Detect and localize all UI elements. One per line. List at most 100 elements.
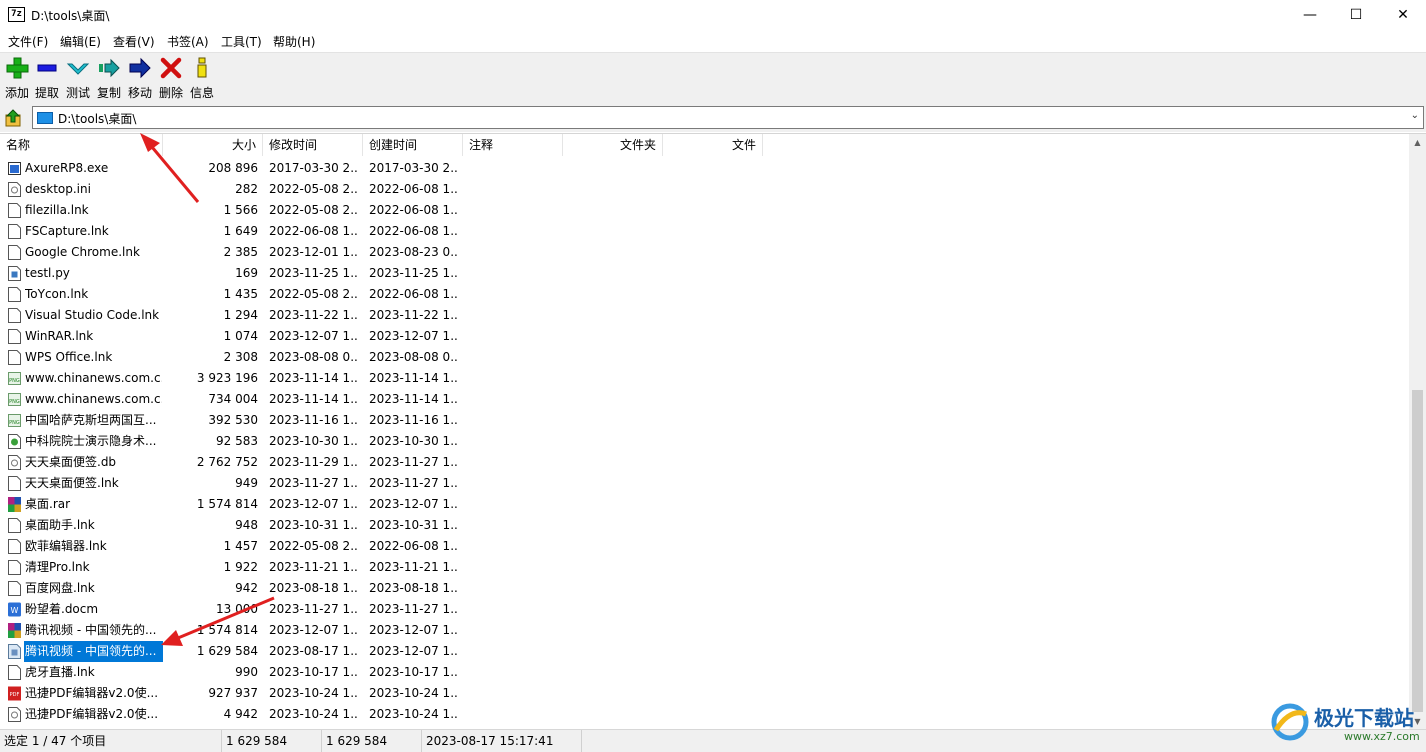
file-size: 169 [235, 266, 258, 280]
scroll-up-arrow-icon[interactable]: ▲ [1409, 134, 1426, 151]
file-size: 4 942 [223, 707, 258, 721]
file-modified: 2022-06-08 1... [269, 224, 359, 238]
table-row[interactable]: WPS Office.lnk 2 308 2023-08-08 0... 2023-0… [0, 347, 470, 368]
menu-edit[interactable]: 编辑(E) [60, 33, 101, 50]
table-row[interactable]: PNG 中国哈萨克斯坦两国互... 392 530 2023-11-16 1... 20… [0, 410, 470, 431]
table-row[interactable]: FSCapture.lnk 1 649 2022-06-08 1... 2022-06… [0, 221, 470, 242]
file-created: 2023-11-25 1... [369, 266, 459, 280]
table-row[interactable]: 桌面助手.lnk 948 2023-10-31 1... 2023-10-31 1..… [0, 515, 470, 536]
file-name: 盼望着.docm [25, 602, 99, 616]
move-button[interactable]: 移动 [125, 56, 155, 100]
table-row[interactable]: testl.py 169 2023-11-25 1... 2023-11-25 1..… [0, 263, 470, 284]
column-created[interactable]: 创建时间 [363, 134, 463, 156]
table-row[interactable]: PNG www.chinanews.com.c... 3 923 196 2023-1… [0, 368, 470, 389]
column-modified[interactable]: 修改时间 [263, 134, 363, 156]
file-created: 2023-11-16 1... [369, 413, 459, 427]
file-created: 2022-06-08 1... [369, 287, 459, 301]
table-row[interactable]: 腾讯视频 - 中国领先的... 1 574 814 2023-12-07 1... 2… [0, 620, 470, 641]
svg-text:PDF: PDF [10, 692, 20, 698]
menu-help[interactable]: 帮助(H) [273, 33, 315, 50]
file-modified: 2023-08-18 1... [269, 581, 359, 595]
file-modified: 2022-05-08 2... [269, 539, 359, 553]
file-created: 2023-12-07 1... [369, 329, 459, 343]
table-row[interactable]: 欧菲编辑器.lnk 1 457 2022-05-08 2... 2022-06-08 … [0, 536, 470, 557]
extract-button[interactable]: 提取 [32, 56, 62, 100]
file-name: ToYcon.lnk [25, 287, 89, 301]
file-name: 腾讯视频 - 中国领先的... [25, 623, 157, 637]
menu-file[interactable]: 文件(F) [8, 33, 48, 50]
add-button[interactable]: 添加 [2, 56, 32, 100]
file-size: 734 004 [208, 392, 258, 406]
file-name: 百度网盘.lnk [25, 581, 95, 595]
table-row[interactable]: 天天桌面便签.lnk 949 2023-11-27 1... 2023-11-27 1… [0, 473, 470, 494]
file-created: 2022-06-08 1... [369, 224, 459, 238]
file-modified: 2023-11-22 1... [269, 308, 359, 322]
file-created: 2023-08-08 0... [369, 350, 459, 364]
list-header: 名称 大小 修改时间 创建时间 注释 文件夹 文件 [0, 134, 1408, 156]
table-row[interactable]: 百度网盘.lnk 942 2023-08-18 1... 2023-08-18 1..… [0, 578, 470, 599]
menu-tools[interactable]: 工具(T) [221, 33, 262, 50]
file-file-icon [8, 539, 21, 554]
table-row[interactable]: AxureRP8.exe 208 896 2017-03-30 2... 2017-0… [0, 158, 470, 179]
file-name: FSCapture.lnk [25, 224, 109, 238]
table-row[interactable]: 天天桌面便签.db 2 762 752 2023-11-29 1... 2023-11… [0, 452, 470, 473]
column-files[interactable]: 文件 [663, 134, 763, 156]
file-name: 中国哈萨克斯坦两国互... [25, 413, 157, 427]
table-row[interactable]: WinRAR.lnk 1 074 2023-12-07 1... 2023-12-07… [0, 326, 470, 347]
table-row[interactable]: Google Chrome.lnk 2 385 2023-12-01 1... 202… [0, 242, 470, 263]
toolbar: 添加 提取 测试 复制 移动 删除 信息 [0, 52, 1426, 102]
ini-file-icon [8, 455, 21, 470]
chevron-down-icon[interactable]: ⌄ [1411, 110, 1419, 121]
file-file-icon [8, 350, 21, 365]
file-size: 208 896 [208, 161, 258, 175]
file-size: 948 [235, 518, 258, 532]
table-row-selected[interactable]: 腾讯视频 - 中国领先的... 1 629 584 2023-08-17 1... 2… [0, 640, 470, 663]
table-row[interactable]: 桌面.rar 1 574 814 2023-12-07 1... 2023-12-07… [0, 494, 470, 515]
column-folders[interactable]: 文件夹 [563, 134, 663, 156]
address-input[interactable]: D:\tools\桌面\ ⌄ [32, 106, 1424, 129]
file-size: 1 574 814 [196, 497, 258, 511]
column-name[interactable]: 名称 [0, 134, 163, 156]
menu-view[interactable]: 查看(V) [113, 33, 155, 50]
delete-button[interactable]: 删除 [156, 56, 186, 100]
file-file-icon [8, 476, 21, 491]
menu-bookmarks[interactable]: 书签(A) [167, 33, 209, 50]
table-row[interactable]: 清理Pro.lnk 1 922 2023-11-21 1... 2023-11-21 … [0, 557, 470, 578]
column-comment[interactable]: 注释 [463, 134, 563, 156]
table-row[interactable]: desktop.ini 282 2022-05-08 2... 2022-06-08 … [0, 179, 470, 200]
file-created: 2023-08-18 1... [369, 581, 459, 595]
table-row[interactable]: 迅捷PDF编辑器v2.0使... 4 942 2023-10-24 1... 2023… [0, 704, 470, 725]
table-row[interactable]: PNG www.chinanews.com.c... 734 004 2023-11-… [0, 389, 470, 410]
table-row[interactable]: Visual Studio Code.lnk 1 294 2023-11-22 1.… [0, 305, 470, 326]
minimize-button[interactable]: — [1287, 0, 1333, 30]
info-button[interactable]: 信息 [187, 56, 217, 100]
up-folder-icon[interactable] [4, 108, 24, 128]
table-row[interactable]: 虎牙直播.lnk 990 2023-10-17 1... 2023-10-17 1..… [0, 662, 470, 683]
column-size[interactable]: 大小 [163, 134, 263, 156]
title-bar: 7z D:\tools\桌面\ — ☐ ✕ [0, 0, 1426, 30]
zip-file-icon [8, 644, 21, 659]
file-created: 2023-10-30 1... [369, 434, 459, 448]
status-bar: 选定 1 / 47 个项目 1 629 584 1 629 584 2023-0… [0, 729, 1426, 752]
table-row[interactable]: ToYcon.lnk 1 435 2022-05-08 2... 2022-06-08… [0, 284, 470, 305]
status-packed-size: 1 629 584 [322, 730, 422, 752]
table-row[interactable]: filezilla.lnk 1 566 2022-05-08 2... 2022-06… [0, 200, 470, 221]
test-button[interactable]: 测试 [63, 56, 93, 100]
file-modified: 2022-05-08 2... [269, 182, 359, 196]
png-file-icon: PNG [8, 414, 21, 427]
file-size: 92 583 [216, 434, 258, 448]
table-row[interactable]: W 盼望着.docm 13 000 2023-11-27 1... 2023-11-27… [0, 599, 470, 620]
file-file-icon [8, 581, 21, 596]
file-size: 1 457 [223, 539, 258, 553]
file-modified: 2023-08-08 0... [269, 350, 359, 364]
close-button[interactable]: ✕ [1380, 0, 1426, 30]
table-row[interactable]: PDF 迅捷PDF编辑器v2.0使... 927 937 2023-10-24 1..… [0, 683, 470, 704]
table-row[interactable]: 中科院院士演示隐身术... 92 583 2023-10-30 1... 2023-1… [0, 431, 470, 452]
vertical-scrollbar[interactable]: ▲ ▼ [1409, 134, 1426, 730]
file-name: AxureRP8.exe [25, 161, 109, 175]
scrollbar-thumb[interactable] [1412, 390, 1423, 712]
file-modified: 2022-05-08 2... [269, 287, 359, 301]
maximize-button[interactable]: ☐ [1333, 0, 1379, 30]
pdf-file-icon: PDF [8, 686, 21, 701]
copy-button[interactable]: 复制 [94, 56, 124, 100]
